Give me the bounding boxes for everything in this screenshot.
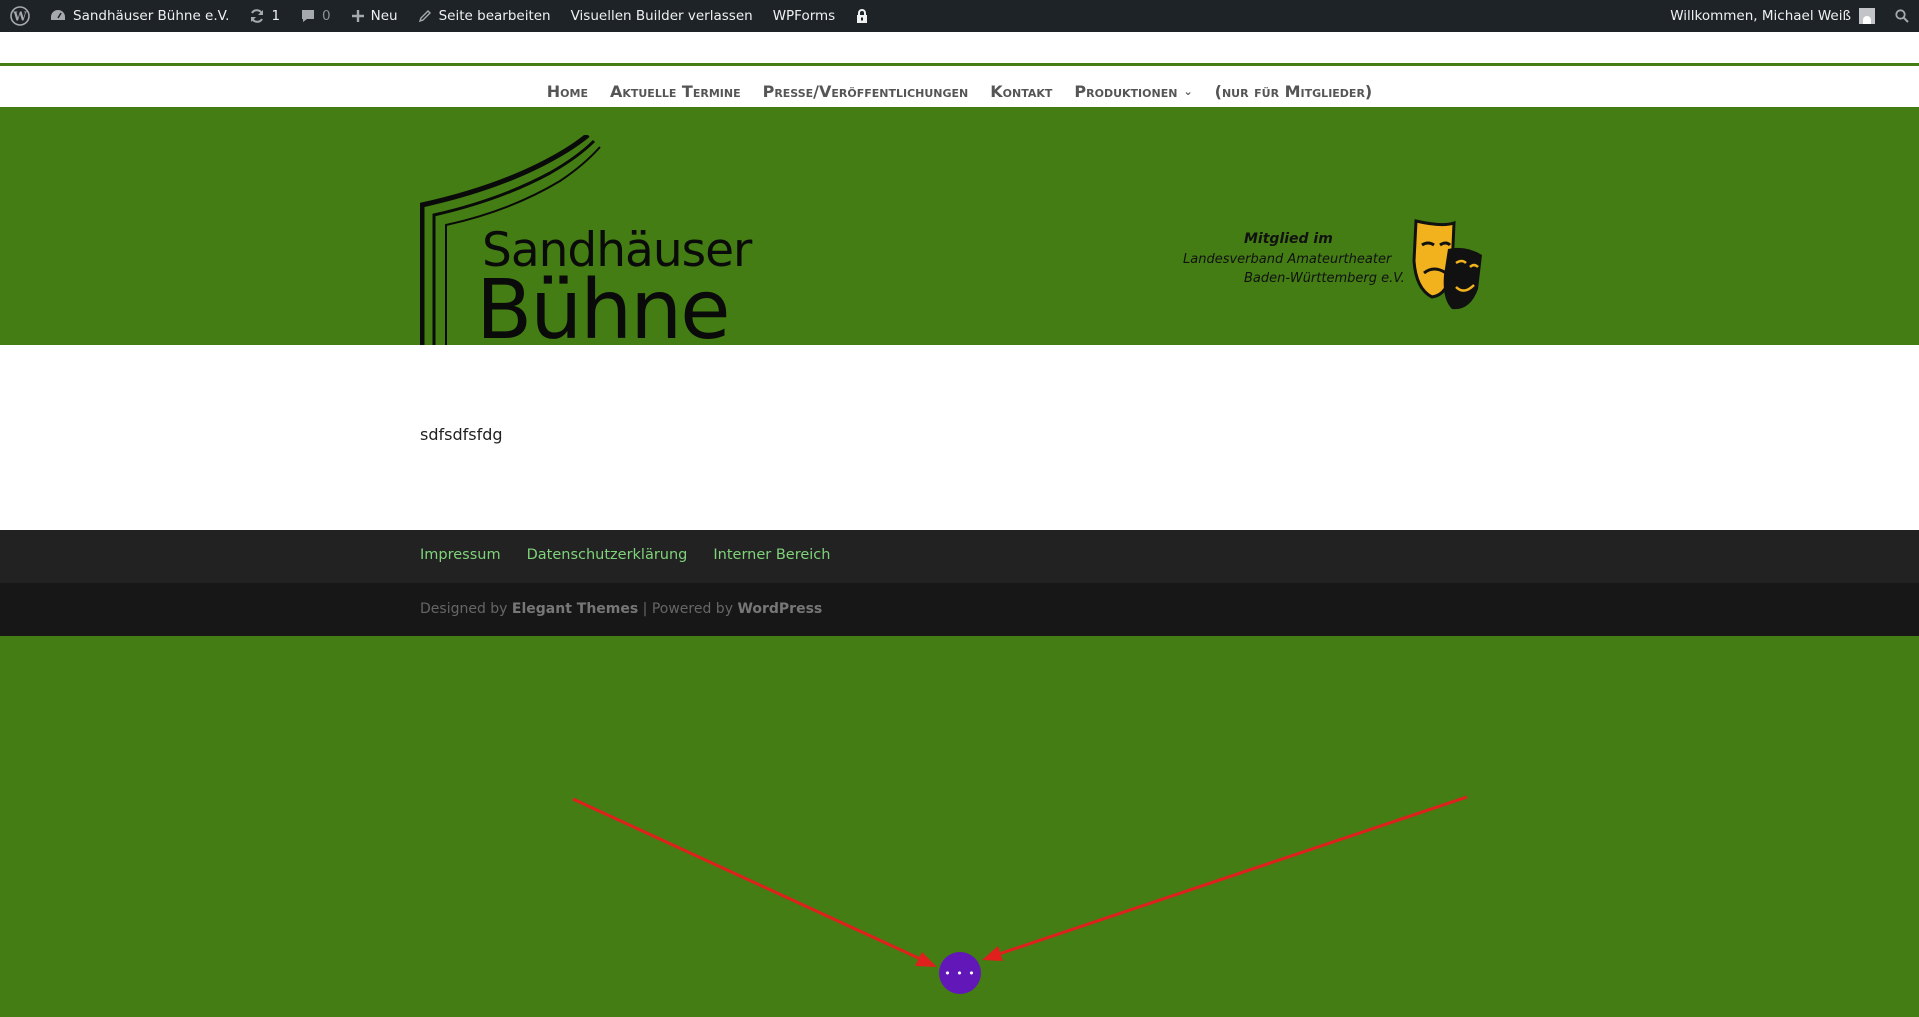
footer-navigation: Impressum Datenschutzerklärung Interner … <box>0 530 1919 583</box>
main-content: sdfsdfsfdg <box>0 345 1919 530</box>
member-line3: Baden-Württemberg e.V. <box>1244 271 1405 286</box>
nav-item-presse[interactable]: Presse/Veröffentlichungen <box>752 82 980 101</box>
theme-link[interactable]: Elegant Themes <box>512 601 638 617</box>
logo-text-line2: Bühne <box>476 263 731 358</box>
updates-count: 1 <box>271 8 281 24</box>
more-options-icon: • • • <box>944 966 976 980</box>
nav-item-kontakt[interactable]: Kontakt <box>979 82 1063 101</box>
greeting: Willkommen, Michael Weiß <box>1670 8 1851 24</box>
admin-bar: W Sandhäuser Bühne e.V. 1 0 Neu Seite be… <box>0 0 1919 32</box>
header-banner: Sandhäuser Bühne Mitglied im Landesverba… <box>0 107 1919 352</box>
nav-label: Aktuelle Termine <box>609 82 741 101</box>
site-name-link[interactable]: Sandhäuser Bühne e.V. <box>40 0 239 32</box>
footer-bottom: Designed by Elegant Themes | Powered by … <box>0 583 1919 636</box>
nav-label: Produktionen <box>1074 82 1178 101</box>
comments-link[interactable]: 0 <box>290 0 341 32</box>
avatar <box>1859 8 1875 24</box>
new-label: Neu <box>370 8 398 24</box>
nav-item-produktionen[interactable]: Produktionen ⌄ <box>1063 82 1203 101</box>
theater-masks-icon <box>1412 219 1482 310</box>
nav-item-home[interactable]: Home <box>536 82 599 101</box>
nav-label: Kontakt <box>990 82 1053 101</box>
header-top-strip <box>0 32 1919 65</box>
wordpress-logo-icon[interactable]: W <box>0 0 40 32</box>
account-menu[interactable]: Willkommen, Michael Weiß <box>1660 0 1885 32</box>
svg-text:W: W <box>12 10 27 24</box>
member-line1: Mitglied im <box>1244 231 1333 247</box>
powered-by-text: | Powered by <box>642 601 733 617</box>
member-badge[interactable]: Mitglied im Landesverband Amateurtheater… <box>1180 219 1482 323</box>
footer-link-interner-bereich[interactable]: Interner Bereich <box>713 547 830 563</box>
nav-label: Presse/Veröffentlichungen <box>762 82 969 101</box>
pencil-icon <box>418 10 431 23</box>
nav-item-aktuelle-termine[interactable]: Aktuelle Termine <box>599 82 752 101</box>
comment-icon <box>302 10 315 22</box>
arrow-left <box>572 797 937 967</box>
dashboard-icon <box>51 10 65 20</box>
updates-icon <box>251 9 264 23</box>
nav-item-nur-fuer-mitglieder[interactable]: (nur für Mitglieder) <box>1204 82 1384 101</box>
wpforms-label: WPForms <box>772 8 836 24</box>
main-navigation: Home Aktuelle Termine Presse/Veröffentli… <box>0 66 1919 107</box>
updates-link[interactable]: 1 <box>239 0 290 32</box>
member-line2: Landesverband Amateurtheater <box>1183 252 1392 267</box>
site-name: Sandhäuser Bühne e.V. <box>73 8 230 24</box>
lock-icon[interactable] <box>845 0 879 32</box>
chevron-down-icon: ⌄ <box>1183 85 1193 98</box>
arrow-right <box>982 795 1468 961</box>
content-text[interactable]: sdfsdfsfdg <box>420 425 503 444</box>
builder-settings-button[interactable]: • • • <box>939 952 981 994</box>
search-icon[interactable] <box>1885 0 1919 32</box>
comments-count: 0 <box>322 8 331 24</box>
site-logo[interactable]: Sandhäuser Bühne <box>420 135 752 352</box>
exit-builder-label: Visuellen Builder verlassen <box>570 8 753 24</box>
designed-by-text: Designed by <box>420 601 508 617</box>
footer-link-impressum[interactable]: Impressum <box>420 547 501 563</box>
wordpress-link[interactable]: WordPress <box>737 601 822 617</box>
footer-credits: Designed by Elegant Themes | Powered by … <box>420 601 822 617</box>
edit-page-link[interactable]: Seite bearbeiten <box>408 0 561 32</box>
plus-icon <box>351 10 364 22</box>
new-content-link[interactable]: Neu <box>341 0 408 32</box>
exit-builder-link[interactable]: Visuellen Builder verlassen <box>561 0 763 32</box>
nav-label: (nur für Mitglieder) <box>1214 82 1373 101</box>
wpforms-link[interactable]: WPForms <box>763 0 846 32</box>
footer-link-datenschutz[interactable]: Datenschutzerklärung <box>527 547 688 563</box>
nav-label: Home <box>546 82 588 101</box>
edit-page-label: Seite bearbeiten <box>438 8 551 24</box>
